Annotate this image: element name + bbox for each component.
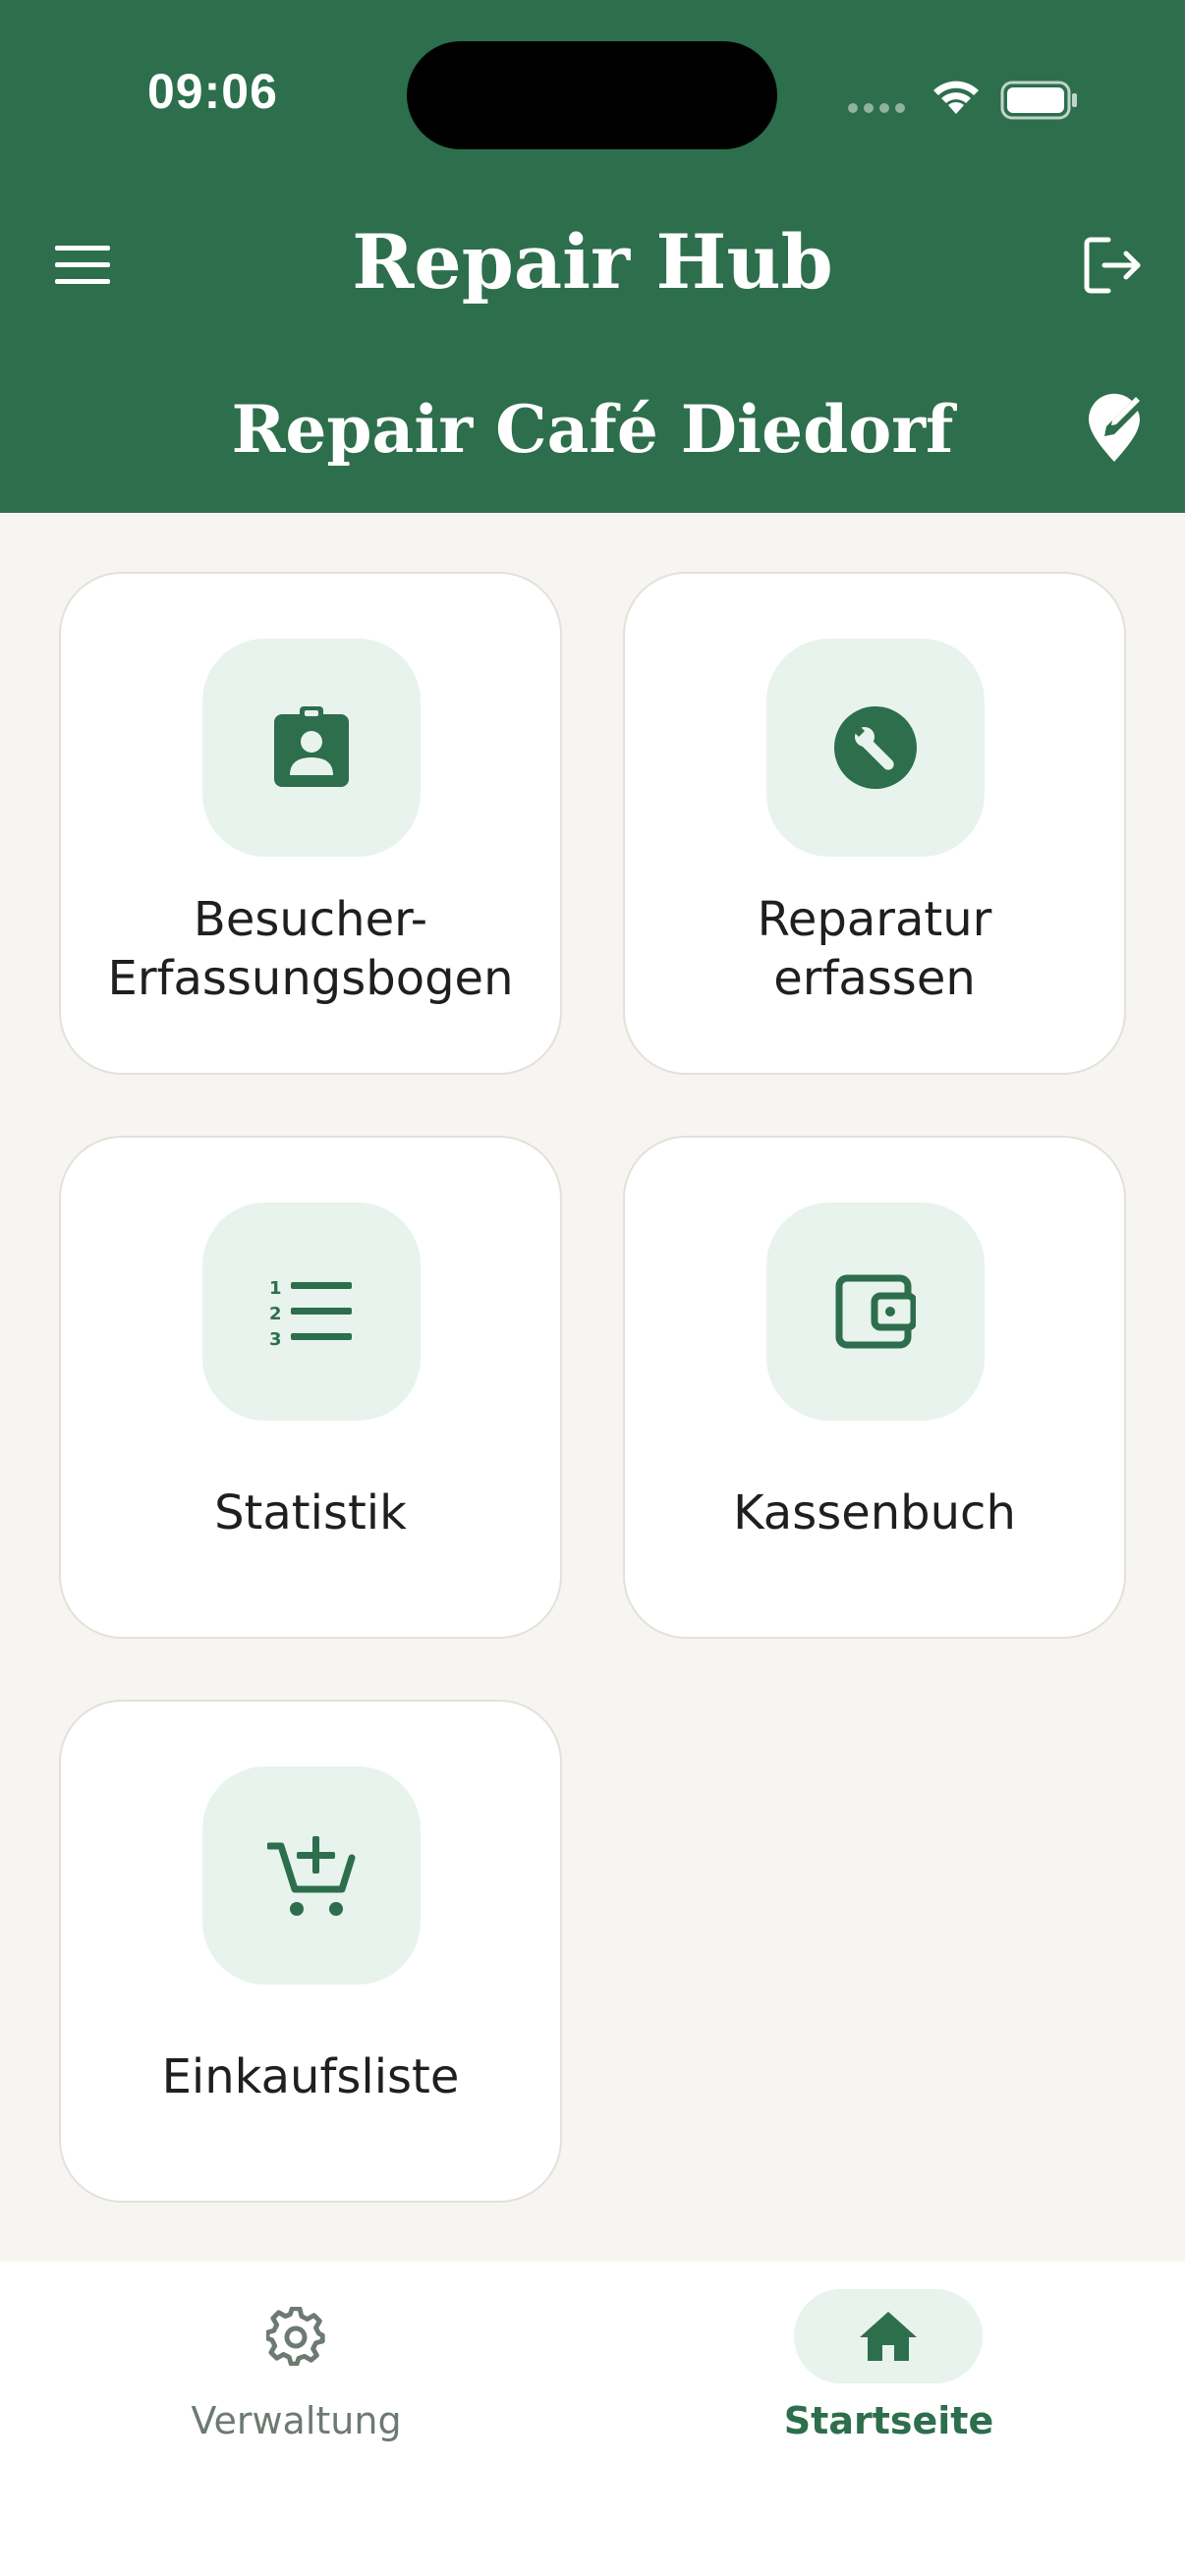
tile-icon-container xyxy=(766,639,985,857)
cart-add-icon xyxy=(267,1836,356,1916)
cellular-dots-icon xyxy=(848,103,905,113)
dynamic-island xyxy=(407,41,777,149)
nav-pill xyxy=(201,2289,390,2383)
gear-icon xyxy=(266,2307,325,2366)
tile-icon-container: 1 2 3 xyxy=(202,1203,421,1421)
status-icons xyxy=(847,71,1083,122)
shopping-list-tile[interactable]: Einkaufsliste xyxy=(59,1700,562,2203)
bottom-navigation: Verwaltung Startseite xyxy=(0,2262,1185,2576)
svg-text:2: 2 xyxy=(269,1304,282,1324)
tile-label: Besucher- Erfassungsbogen xyxy=(107,892,514,1006)
statistics-tile[interactable]: 1 2 3 Statistik xyxy=(59,1136,562,1639)
tile-icon-container xyxy=(202,639,421,857)
wrench-icon xyxy=(834,706,917,789)
svg-text:1: 1 xyxy=(269,1278,282,1299)
record-repair-tile[interactable]: Reparatur erfassen xyxy=(623,572,1126,1075)
tile-icon-container xyxy=(202,1766,421,1985)
wallet-icon xyxy=(835,1274,916,1349)
battery-icon xyxy=(1000,81,1077,120)
logout-icon xyxy=(1084,237,1141,294)
nav-item-home[interactable]: Startseite xyxy=(592,2262,1185,2478)
app-title: Repair Hub xyxy=(352,218,833,306)
visitor-badge-icon xyxy=(274,706,349,787)
numbered-list-icon: 1 2 3 xyxy=(269,1278,352,1347)
nav-label: Verwaltung xyxy=(191,2399,402,2442)
logout-button[interactable] xyxy=(1081,234,1144,297)
nav-pill-active xyxy=(794,2289,983,2383)
location-edit-button[interactable] xyxy=(1087,393,1142,464)
cashbook-tile[interactable]: Kassenbuch xyxy=(623,1136,1126,1639)
svg-text:3: 3 xyxy=(269,1329,282,1347)
wifi-icon xyxy=(933,81,979,114)
status-time: 09:06 xyxy=(147,64,278,119)
tile-label: Statistik xyxy=(214,1485,407,1540)
cafe-name: Repair Café Diedorf xyxy=(231,391,954,468)
tile-label: Einkaufsliste xyxy=(161,2049,460,2104)
visitor-form-tile[interactable]: Besucher- Erfassungsbogen xyxy=(59,572,562,1075)
tile-label: Kassenbuch xyxy=(733,1485,1016,1540)
nav-item-administration[interactable]: Verwaltung xyxy=(0,2262,592,2478)
app-header: 09:06 Repair Hub Repair Café Diedorf xyxy=(0,0,1185,513)
home-icon xyxy=(860,2312,917,2361)
tile-icon-container xyxy=(766,1203,985,1421)
tile-label: Reparatur erfassen xyxy=(757,892,992,1006)
location-edit-icon xyxy=(1089,393,1140,462)
nav-label: Startseite xyxy=(783,2399,994,2442)
app-screen: 09:06 Repair Hub Repair Café Diedorf Bes… xyxy=(0,0,1185,2576)
